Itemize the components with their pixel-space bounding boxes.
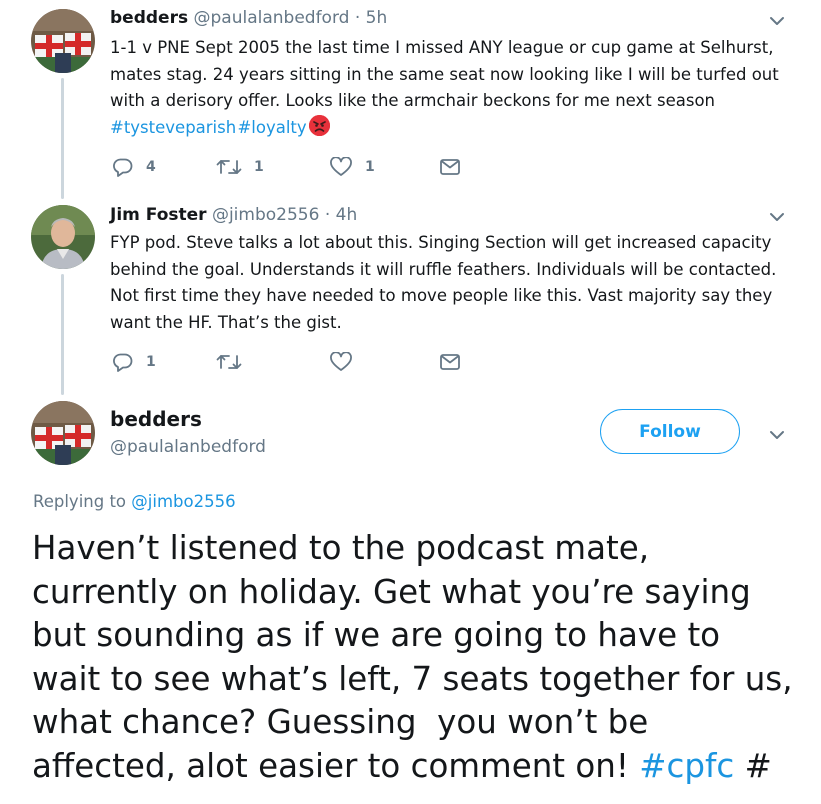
tweet-text-line: behind the goal. Understands it will ruf…	[110, 259, 777, 279]
follow-button[interactable]: Follow	[600, 409, 740, 454]
tweet-text-line: want the HF. That’s the gist.	[110, 313, 342, 333]
tweet-text-line: what chance? Guessing you won’t be	[32, 703, 649, 741]
like-button[interactable]: 1	[329, 157, 375, 177]
message-icon	[440, 354, 460, 370]
tweet-text-line: Not first time they have needed to move …	[110, 286, 773, 306]
like-icon	[330, 157, 352, 176]
main-tweet-text: Haven’t listened to the podcast mate, cu…	[32, 527, 812, 788]
tweet-text-line: currently on holiday. Get what you’re sa…	[32, 572, 751, 611]
tweet-text-line: but sounding as if we are going to have …	[32, 616, 721, 654]
tweet-text-line: affected, alot easier to comment on! #cp…	[32, 745, 812, 789]
tweet-header: Jim Foster @jimbo2556 · 4h	[110, 205, 357, 225]
tweet-text-segment: affected, alot easier to comment on!	[32, 746, 629, 785]
hashtag-link[interactable]: #loyalty	[237, 118, 306, 137]
direct-message-button[interactable]	[439, 352, 461, 372]
like-button[interactable]	[329, 352, 353, 372]
reply-button[interactable]: 1	[112, 352, 156, 372]
message-icon	[440, 159, 460, 175]
reply-count: 4	[146, 159, 156, 175]
avatar[interactable]	[31, 9, 95, 73]
timestamp[interactable]: · 4h	[325, 205, 357, 225]
author-name[interactable]: Jim Foster	[110, 205, 207, 225]
tweet-text-line: wait to see what’s left, 7 seats togethe…	[32, 659, 793, 698]
author-handle[interactable]: @paulalanbedford	[110, 437, 266, 457]
tweet-text: FYP pod. Steve talks a lot about this. S…	[110, 230, 810, 337]
chevron-down-icon[interactable]	[766, 10, 788, 32]
reply-icon	[113, 353, 133, 372]
retweet-icon	[216, 355, 242, 369]
hashtag-link[interactable]: #cpfc	[639, 747, 734, 785]
chevron-down-icon[interactable]	[766, 424, 788, 446]
reply-button[interactable]: 4	[112, 157, 156, 177]
like-count: 1	[365, 159, 375, 175]
reply-count: 1	[146, 354, 156, 370]
retweet-button[interactable]	[216, 352, 242, 372]
avatar[interactable]	[31, 205, 95, 269]
tweet-text-line: with a derisory offer. Looks like the ar…	[110, 91, 715, 111]
tweet-text-line: 1-1 v PNE Sept 2005 the last time I miss…	[110, 38, 774, 57]
tweet-text-line: mates stag. 24 years sitting in the same…	[110, 64, 779, 84]
hashtag-link[interactable]: #	[745, 747, 772, 785]
author-handle[interactable]: @jimbo2556	[212, 205, 319, 225]
like-icon	[330, 352, 352, 371]
chevron-down-icon[interactable]	[766, 206, 788, 228]
author-name[interactable]: bedders	[110, 407, 202, 431]
retweet-count: 1	[254, 159, 264, 175]
angry-face-emoji	[308, 115, 330, 137]
timestamp[interactable]: · 5h	[355, 8, 387, 28]
replying-to: Replying to @jimbo2556	[33, 492, 236, 511]
direct-message-button[interactable]	[439, 157, 461, 177]
tweet-text-line: Haven’t listened to the podcast mate,	[32, 529, 650, 567]
tweet-text-line: #tysteveparish #loyalty	[110, 115, 810, 142]
thread-line	[61, 274, 64, 395]
author-name[interactable]: bedders	[110, 8, 188, 28]
retweet-button[interactable]: 1	[216, 157, 264, 177]
thread-line	[61, 78, 64, 199]
reply-icon	[113, 158, 133, 177]
tweet-header: bedders @paulalanbedford · 5h	[110, 8, 387, 28]
hashtag-link[interactable]: #tysteveparish	[110, 118, 236, 137]
mention-link[interactable]: @jimbo2556	[131, 492, 235, 511]
tweet-text: 1-1 v PNE Sept 2005 the last time I miss…	[110, 35, 810, 142]
replying-prefix: Replying to	[33, 492, 127, 511]
retweet-icon	[216, 160, 242, 174]
avatar[interactable]	[31, 401, 95, 465]
tweet-text-line: FYP pod. Steve talks a lot about this. S…	[110, 233, 772, 252]
author-handle[interactable]: @paulalanbedford	[193, 8, 349, 28]
